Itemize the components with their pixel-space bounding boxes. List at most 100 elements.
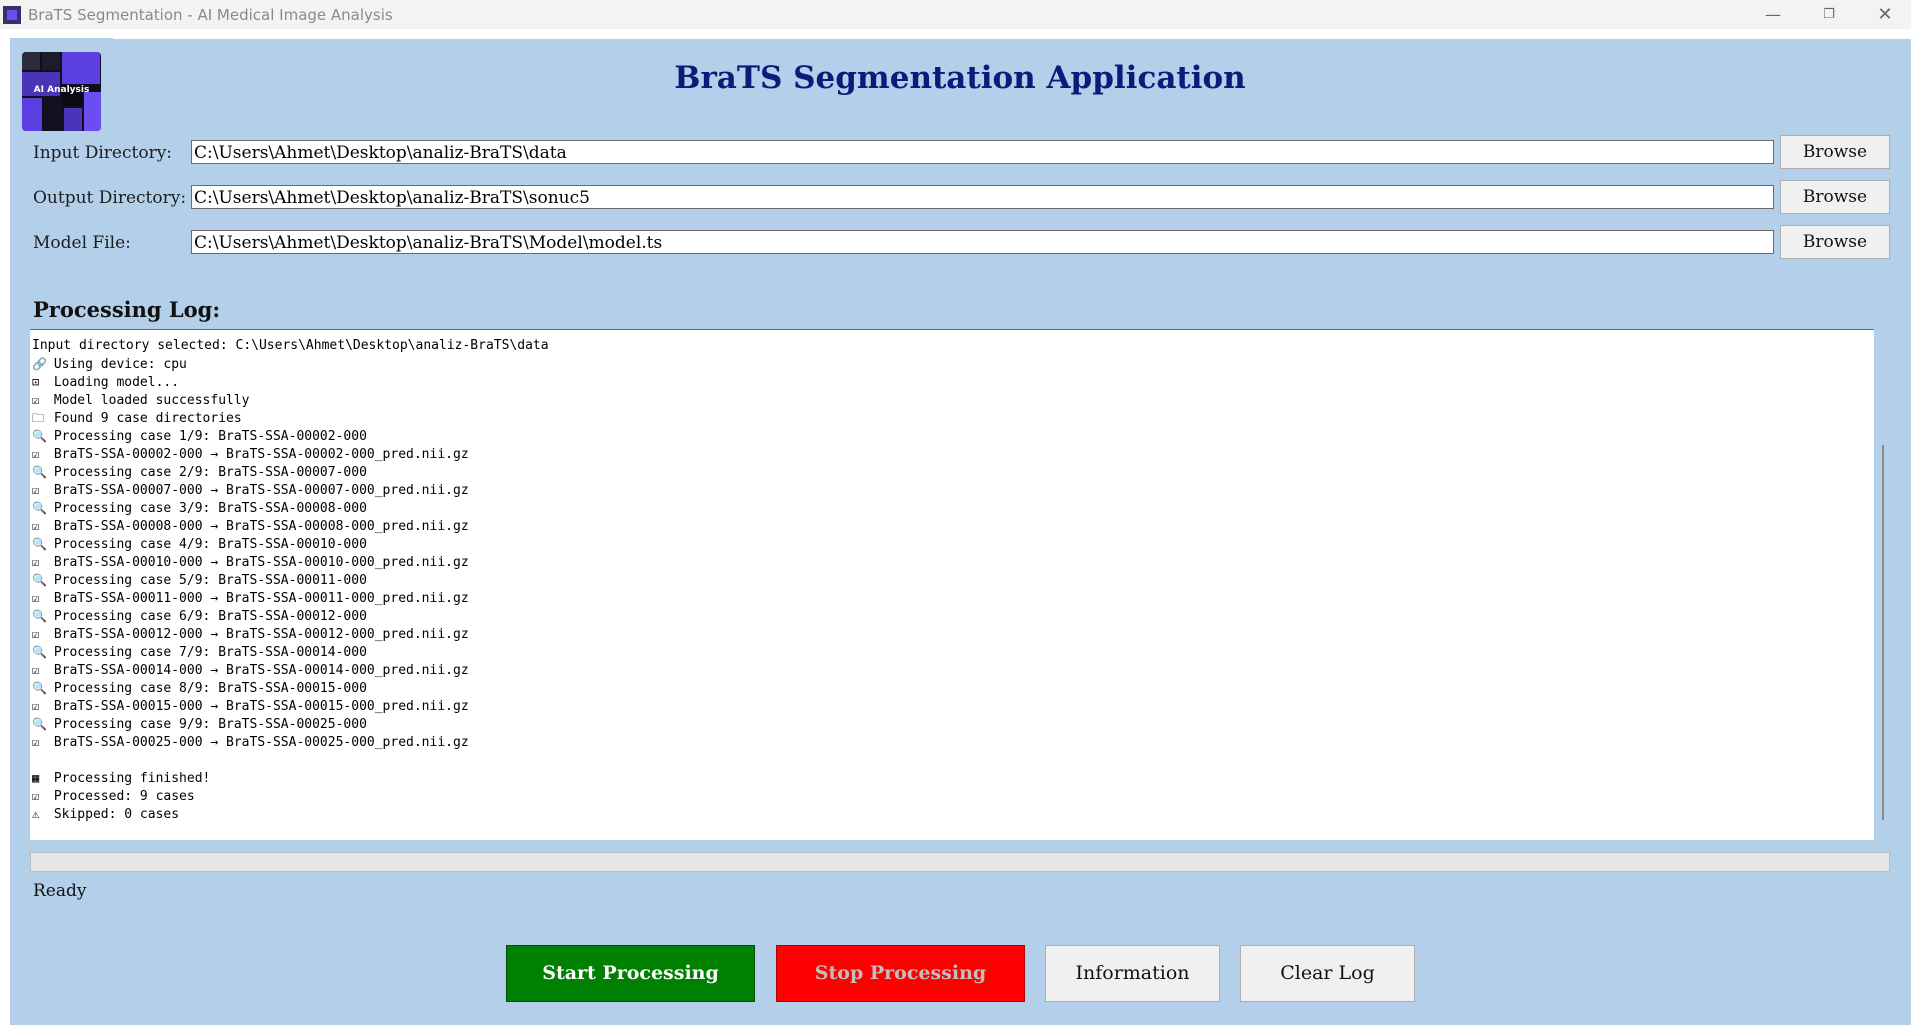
- log-line: ☑ Model loaded successfully: [32, 391, 250, 409]
- model-file-field[interactable]: C:\Users\Ahmet\Desktop\analiz-BraTS\Mode…: [191, 230, 1774, 254]
- checkbox-icon: ☑: [32, 789, 40, 803]
- status-text: Ready: [33, 881, 87, 901]
- log-line-text: Skipped: 0 cases: [53, 807, 180, 822]
- log-scrollbar[interactable]: [1882, 445, 1884, 820]
- log-line: ☑ BraTS-SSA-00008-000 → BraTS-SSA-00008-…: [32, 517, 469, 535]
- log-line: ☑ BraTS-SSA-00015-000 → BraTS-SSA-00015-…: [32, 697, 469, 715]
- log-line: ▦ Processing finished!: [32, 769, 210, 787]
- link-icon: 🔗: [32, 357, 47, 371]
- log-line: ☑ BraTS-SSA-00002-000 → BraTS-SSA-00002-…: [32, 445, 469, 463]
- flag-icon: ▦: [32, 771, 40, 785]
- log-line: 🔍 Processing case 7/9: BraTS-SSA-00014-0…: [32, 643, 367, 661]
- magnifier-icon: 🔍: [32, 645, 47, 659]
- checkbox-icon: ☑: [32, 519, 40, 533]
- title-bar: BraTS Segmentation - AI Medical Image An…: [0, 0, 1911, 29]
- checkbox-icon: ☑: [32, 483, 40, 497]
- log-line-text: Processing case 1/9: BraTS-SSA-00002-000: [53, 429, 367, 444]
- log-line: ⚠ Skipped: 0 cases: [32, 805, 179, 823]
- magnifier-icon: 🔍: [32, 609, 47, 623]
- log-line-text: BraTS-SSA-00025-000 → BraTS-SSA-00025-00…: [53, 735, 469, 750]
- magnifier-icon: 🔍: [32, 717, 47, 731]
- folder-icon: 🗀: [32, 411, 45, 425]
- log-line: ☑ BraTS-SSA-00012-000 → BraTS-SSA-00012-…: [32, 625, 469, 643]
- log-line-text: BraTS-SSA-00014-000 → BraTS-SSA-00014-00…: [53, 663, 469, 678]
- output-directory-label: Output Directory:: [33, 188, 187, 208]
- log-line-text: BraTS-SSA-00008-000 → BraTS-SSA-00008-00…: [53, 519, 469, 534]
- processing-log-title: Processing Log:: [33, 297, 221, 322]
- magnifier-icon: 🔍: [32, 681, 47, 695]
- page-title: BraTS Segmentation Application: [674, 60, 1246, 96]
- magnifier-icon: 🔍: [32, 501, 47, 515]
- checkbox-icon: ☑: [32, 627, 40, 641]
- log-line: 🔍 Processing case 3/9: BraTS-SSA-00008-0…: [32, 499, 367, 517]
- clear-log-button[interactable]: Clear Log: [1240, 945, 1415, 1002]
- warning-icon: ⚠: [32, 807, 40, 821]
- browse-input-button[interactable]: Browse: [1780, 135, 1890, 169]
- checkbox-icon: ☑: [32, 699, 40, 713]
- app-icon: [3, 6, 21, 24]
- log-line: ☑ BraTS-SSA-00014-000 → BraTS-SSA-00014-…: [32, 661, 469, 679]
- log-line-text: BraTS-SSA-00015-000 → BraTS-SSA-00015-00…: [53, 699, 469, 714]
- output-directory-field[interactable]: C:\Users\Ahmet\Desktop\analiz-BraTS\sonu…: [191, 185, 1774, 209]
- log-line: 🔍 Processing case 1/9: BraTS-SSA-00002-0…: [32, 427, 367, 445]
- checkbox-icon: ☑: [32, 735, 40, 749]
- log-line: ☑ BraTS-SSA-00011-000 → BraTS-SSA-00011-…: [32, 589, 469, 607]
- log-line-text: Processing case 7/9: BraTS-SSA-00014-000: [53, 645, 367, 660]
- log-line-text: Processing case 6/9: BraTS-SSA-00012-000: [53, 609, 367, 624]
- input-directory-field[interactable]: C:\Users\Ahmet\Desktop\analiz-BraTS\data: [191, 140, 1774, 164]
- close-button[interactable]: ✕: [1857, 0, 1911, 29]
- stop-processing-button[interactable]: Stop Processing: [776, 945, 1025, 1002]
- log-line-text: Loading model...: [53, 375, 180, 390]
- log-line: 🔍 Processing case 9/9: BraTS-SSA-00025-0…: [32, 715, 367, 733]
- checkbox-icon: ☑: [32, 591, 40, 605]
- log-line: 🔍 Processing case 2/9: BraTS-SSA-00007-0…: [32, 463, 367, 481]
- log-line-text: BraTS-SSA-00011-000 → BraTS-SSA-00011-00…: [53, 591, 469, 606]
- progress-bar: [30, 852, 1890, 872]
- log-line-text: BraTS-SSA-00002-000 → BraTS-SSA-00002-00…: [53, 447, 469, 462]
- log-line: ☑ Processed: 9 cases: [32, 787, 195, 805]
- log-line-text: Model loaded successfully: [53, 393, 250, 408]
- log-line-text: BraTS-SSA-00012-000 → BraTS-SSA-00012-00…: [53, 627, 469, 642]
- log-line-text: BraTS-SSA-00007-000 → BraTS-SSA-00007-00…: [53, 483, 469, 498]
- log-line-text: BraTS-SSA-00010-000 → BraTS-SSA-00010-00…: [53, 555, 469, 570]
- minimize-button[interactable]: —: [1745, 0, 1801, 29]
- log-line-text: Input directory selected: C:\Users\Ahmet…: [32, 338, 549, 353]
- box-icon: ⊡: [32, 375, 40, 389]
- input-directory-label: Input Directory:: [33, 143, 173, 163]
- model-file-label: Model File:: [33, 233, 131, 253]
- log-line: 🔍 Processing case 5/9: BraTS-SSA-00011-0…: [32, 571, 367, 589]
- log-line-text: Processing finished!: [53, 771, 211, 786]
- magnifier-icon: 🔍: [32, 465, 47, 479]
- log-line: 🔍 Processing case 4/9: BraTS-SSA-00010-0…: [32, 535, 367, 553]
- log-line: ☑ BraTS-SSA-00025-000 → BraTS-SSA-00025-…: [32, 733, 469, 751]
- log-line-text: Found 9 case directories: [53, 411, 242, 426]
- maximize-button[interactable]: ❐: [1801, 0, 1857, 29]
- information-button[interactable]: Information: [1045, 945, 1220, 1002]
- log-line-text: Processing case 2/9: BraTS-SSA-00007-000: [53, 465, 367, 480]
- browse-output-button[interactable]: Browse: [1780, 180, 1890, 214]
- log-line: 🔗 Using device: cpu: [32, 355, 187, 373]
- log-line-text: Processing case 3/9: BraTS-SSA-00008-000: [53, 501, 367, 516]
- magnifier-icon: 🔍: [32, 537, 47, 551]
- log-line: Input directory selected: C:\Users\Ahmet…: [32, 337, 549, 355]
- log-line: ☑ BraTS-SSA-00010-000 → BraTS-SSA-00010-…: [32, 553, 469, 571]
- magnifier-icon: 🔍: [32, 429, 47, 443]
- checkbox-icon: ☑: [32, 555, 40, 569]
- processing-log[interactable]: Input directory selected: C:\Users\Ahmet…: [30, 329, 1874, 840]
- log-line: 🗀 Found 9 case directories: [32, 409, 242, 427]
- log-line-text: Processing case 9/9: BraTS-SSA-00025-000: [53, 717, 367, 732]
- log-line-text: Processing case 5/9: BraTS-SSA-00011-000: [53, 573, 367, 588]
- log-line-text: Using device: cpu: [53, 357, 187, 372]
- magnifier-icon: 🔍: [32, 573, 47, 587]
- window-title: BraTS Segmentation - AI Medical Image An…: [28, 6, 393, 24]
- log-line: 🔍 Processing case 8/9: BraTS-SSA-00015-0…: [32, 679, 367, 697]
- checkbox-icon: ☑: [32, 393, 40, 407]
- start-processing-button[interactable]: Start Processing: [506, 945, 755, 1002]
- log-line-text: Processing case 8/9: BraTS-SSA-00015-000: [53, 681, 367, 696]
- log-line: ☑ BraTS-SSA-00007-000 → BraTS-SSA-00007-…: [32, 481, 469, 499]
- log-line: ⊡ Loading model...: [32, 373, 179, 391]
- browse-model-button[interactable]: Browse: [1780, 225, 1890, 259]
- log-line-text: Processed: 9 cases: [53, 789, 195, 804]
- log-line: 🔍 Processing case 6/9: BraTS-SSA-00012-0…: [32, 607, 367, 625]
- checkbox-icon: ☑: [32, 447, 40, 461]
